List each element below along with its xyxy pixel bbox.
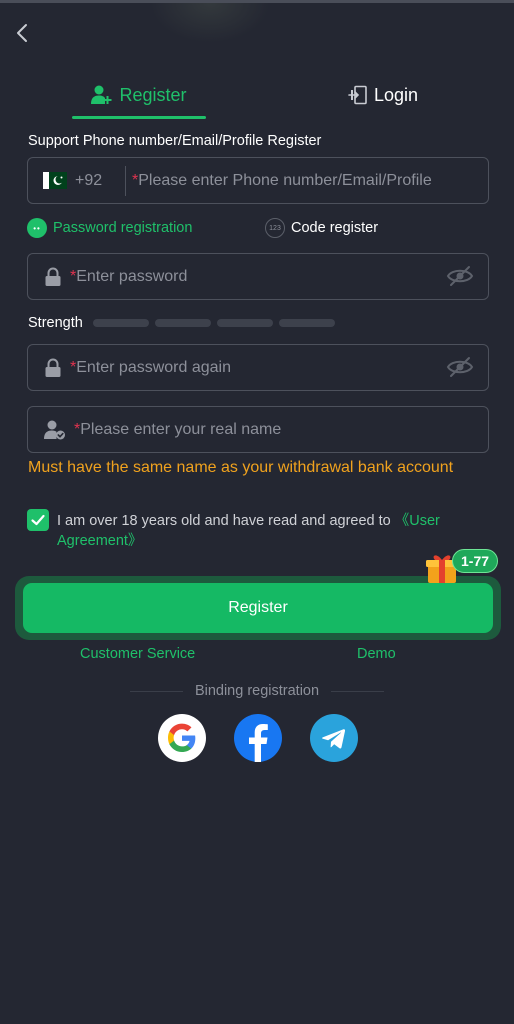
strength-label: Strength — [28, 315, 83, 331]
strength-bar — [154, 319, 211, 327]
eye-off-icon[interactable] — [446, 356, 474, 378]
eye-off-icon[interactable] — [446, 265, 474, 287]
divider-line — [331, 690, 385, 692]
header-glow — [150, 3, 270, 43]
field-divider — [125, 165, 126, 196]
password-again-placeholder-text: Enter password again — [76, 358, 231, 376]
add-user-icon — [91, 85, 112, 104]
phone-field[interactable]: +92 *Please enter Phone number/Email/Pro… — [27, 157, 489, 204]
check-icon — [31, 514, 45, 526]
strength-bar — [216, 319, 273, 327]
radio-code-register[interactable]: 123 Code register — [265, 218, 378, 238]
telegram-icon — [322, 729, 346, 749]
lock-icon — [45, 358, 61, 377]
telegram-login-button[interactable] — [310, 714, 358, 762]
strength-bar — [92, 319, 149, 327]
login-door-icon — [348, 85, 367, 105]
strength-bar — [278, 319, 335, 327]
tab-register-label: Register — [119, 84, 187, 105]
radio-password-registration[interactable]: •• Password registration — [27, 218, 192, 238]
agreement-statement: I am over 18 years old and have read and… — [57, 513, 395, 529]
password-strength: Strength — [28, 314, 341, 332]
lock-icon — [45, 267, 61, 286]
tab-login-label: Login — [373, 84, 419, 105]
code-123-icon: 123 — [265, 218, 285, 238]
radio-password-label: Password registration — [53, 220, 193, 236]
binding-registration-label: Binding registration — [194, 683, 320, 699]
radio-code-label: Code register — [291, 220, 379, 236]
password-placeholder: *Enter password — [70, 268, 187, 286]
tab-register[interactable]: Register — [72, 72, 206, 118]
phone-placeholder-text: Please enter Phone number/Email/Profile — [138, 171, 432, 189]
auth-tabs: Register Login — [0, 72, 514, 120]
customer-service-link[interactable]: Customer Service — [80, 646, 195, 662]
support-label: Support Phone number/Email/Profile Regis… — [28, 133, 322, 149]
tab-login[interactable]: Login — [316, 72, 450, 118]
register-button-frame: Register — [15, 576, 501, 640]
password-placeholder-text: Enter password — [76, 267, 188, 285]
password-dots-icon: •• — [27, 218, 47, 238]
facebook-login-button[interactable] — [234, 714, 282, 762]
agreement-checkbox[interactable] — [27, 509, 49, 531]
registration-mode: •• Password registration 123 Code regist… — [27, 218, 489, 240]
password-again-field[interactable]: *Enter password again — [27, 344, 489, 391]
password-again-placeholder: *Enter password again — [70, 359, 231, 377]
real-name-placeholder-text: Please enter your real name — [80, 420, 282, 438]
binding-registration-header: Binding registration — [130, 681, 385, 701]
phone-placeholder: *Please enter Phone number/Email/Profile — [132, 172, 432, 190]
real-name-field[interactable]: *Please enter your real name — [27, 406, 489, 453]
divider-line — [130, 690, 183, 692]
pakistan-flag-icon — [43, 172, 67, 189]
user-verified-icon — [44, 420, 65, 439]
real-name-placeholder: *Please enter your real name — [74, 421, 281, 439]
active-tab-indicator — [72, 116, 206, 119]
agreement-text: I am over 18 years old and have read and… — [57, 511, 497, 551]
chevron-left-icon — [17, 24, 27, 42]
register-button[interactable]: Register — [23, 583, 493, 633]
bank-name-warning: Must have the same name as your withdraw… — [28, 459, 454, 476]
password-field[interactable]: *Enter password — [27, 253, 489, 300]
demo-link[interactable]: Demo — [357, 646, 396, 662]
gift-badge: 1-77 — [452, 549, 499, 573]
back-button[interactable] — [10, 20, 36, 46]
google-icon — [168, 723, 196, 752]
facebook-icon — [249, 724, 268, 762]
google-login-button[interactable] — [158, 714, 206, 762]
country-code[interactable]: +92 — [75, 172, 113, 190]
